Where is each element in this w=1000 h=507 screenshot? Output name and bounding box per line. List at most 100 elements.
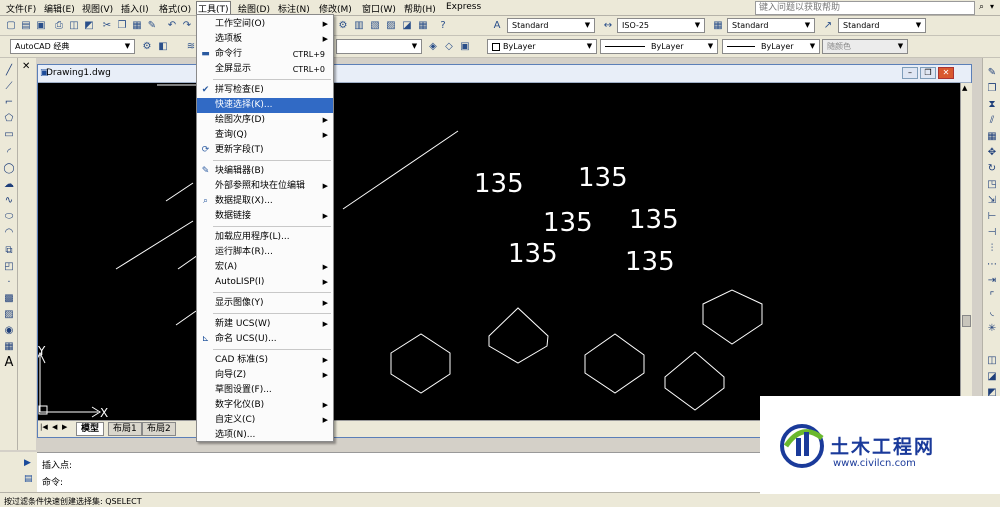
- make-current-layer-icon[interactable]: ◈: [426, 40, 440, 54]
- menu-item-fullscreen[interactable]: 全屏显示 CTRL+0: [197, 62, 333, 77]
- scroll-thumb[interactable]: [962, 315, 971, 327]
- close-panel-icon[interactable]: ✕: [22, 61, 30, 72]
- help-dropdown-icon[interactable]: ▾: [990, 2, 994, 11]
- help-search-input[interactable]: 键入问题以获取帮助: [755, 1, 975, 15]
- point-icon[interactable]: ·: [2, 276, 16, 290]
- table-icon[interactable]: ▦: [2, 340, 16, 354]
- properties-icon[interactable]: ⚙: [336, 19, 350, 33]
- first-tab-icon[interactable]: |◀: [40, 423, 48, 431]
- restore-button[interactable]: ❐: [920, 67, 936, 79]
- array-icon[interactable]: ▦: [985, 130, 999, 144]
- menu-window[interactable]: 窗口(W): [360, 2, 398, 15]
- tool-palettes-icon[interactable]: ▧: [368, 19, 382, 33]
- menu-item-data-extraction[interactable]: ⌕ 数据提取(X)...: [197, 194, 333, 209]
- menu-item-wizards[interactable]: 向导(Z) ▶: [197, 368, 333, 383]
- multileader-style-icon[interactable]: ↗: [821, 19, 835, 33]
- menu-item-palettes[interactable]: 选项板 ▶: [197, 32, 333, 47]
- command-window-icon[interactable]: ▶: [24, 458, 31, 468]
- help-icon[interactable]: ?: [436, 19, 450, 33]
- menu-item-xref-edit[interactable]: 外部参照和块在位编辑 ▶: [197, 179, 333, 194]
- menu-view[interactable]: 视图(V): [80, 2, 115, 15]
- revision-cloud-icon[interactable]: ☁: [2, 178, 16, 192]
- sheet-set-icon[interactable]: ▨: [384, 19, 398, 33]
- break-icon[interactable]: ⋯: [985, 258, 999, 272]
- publish-icon[interactable]: ◩: [82, 19, 96, 33]
- table-style-combo[interactable]: Standard ▼: [727, 18, 815, 33]
- spline-icon[interactable]: ∿: [2, 194, 16, 208]
- dim-style-combo[interactable]: ISO-25 ▼: [617, 18, 705, 33]
- table-style-icon[interactable]: ▦: [711, 19, 725, 33]
- vertical-scrollbar[interactable]: ▲: [960, 83, 972, 420]
- my-workspace-icon[interactable]: ◧: [156, 40, 170, 54]
- circle-icon[interactable]: ◯: [2, 162, 16, 176]
- menu-item-inquiry[interactable]: 查询(Q) ▶: [197, 128, 333, 143]
- multiline-text-icon[interactable]: A: [2, 356, 16, 370]
- undo-icon[interactable]: ↶: [165, 19, 179, 33]
- command-prompt[interactable]: 命令:: [42, 475, 63, 488]
- menu-file[interactable]: 文件(F): [4, 2, 38, 15]
- text-style-combo[interactable]: Standard ▼: [507, 18, 595, 33]
- explode-icon[interactable]: ✳: [985, 322, 999, 336]
- region-icon[interactable]: ◉: [2, 324, 16, 338]
- menu-item-command-line[interactable]: ▬ 命令行 CTRL+9: [197, 47, 333, 62]
- menu-help[interactable]: 帮助(H): [402, 2, 438, 15]
- scale-icon[interactable]: ◳: [985, 178, 999, 192]
- menu-format[interactable]: 格式(O): [157, 2, 193, 15]
- menu-item-update-fields[interactable]: ⟳ 更新字段(T): [197, 143, 333, 158]
- menu-insert[interactable]: 插入(I): [119, 2, 151, 15]
- trim-icon[interactable]: ⊢: [985, 210, 999, 224]
- tab-model[interactable]: 模型: [76, 422, 105, 436]
- make-block-icon[interactable]: ◰: [2, 260, 16, 274]
- move-icon[interactable]: ✥: [985, 146, 999, 160]
- plot-icon[interactable]: ⎙: [52, 19, 66, 33]
- menu-item-workspace[interactable]: 工作空间(O) ▶: [197, 17, 333, 32]
- extend-icon[interactable]: ⊣: [985, 226, 999, 240]
- menu-item-quick-select[interactable]: 快速选择(K)...: [197, 98, 333, 113]
- prev-tab-icon[interactable]: ◀: [52, 423, 57, 431]
- calculator-icon[interactable]: ▦: [416, 19, 430, 33]
- line-icon[interactable]: ╱: [2, 64, 16, 78]
- join-icon[interactable]: ⇥: [985, 274, 999, 288]
- menu-item-load-application[interactable]: 加载应用程序(L)...: [197, 230, 333, 245]
- dim-style-icon[interactable]: ↔: [601, 19, 615, 33]
- layer-previous-icon[interactable]: ◇: [442, 40, 456, 54]
- cut-icon[interactable]: ✂: [100, 19, 114, 33]
- copy-object-icon[interactable]: ❐: [985, 82, 999, 96]
- menu-express[interactable]: Express: [444, 2, 483, 12]
- bring-front-icon[interactable]: ◪: [985, 370, 999, 384]
- rotate-icon[interactable]: ↻: [985, 162, 999, 176]
- rectangle-icon[interactable]: ▭: [2, 128, 16, 142]
- menu-item-named-ucs[interactable]: ⊾ 命名 UCS(U)...: [197, 332, 333, 347]
- tab-layout1[interactable]: 布局1: [108, 422, 142, 436]
- next-tab-icon[interactable]: ▶: [62, 423, 67, 431]
- linetype-combo[interactable]: ByLayer ▼: [600, 39, 718, 54]
- menu-item-drafting-settings[interactable]: 草图设置(F)...: [197, 383, 333, 398]
- ellipse-icon[interactable]: ⬭: [2, 210, 16, 224]
- design-center-icon[interactable]: ▥: [352, 19, 366, 33]
- open-file-icon[interactable]: ▤: [19, 19, 33, 33]
- layer-states-icon[interactable]: ▣: [458, 40, 472, 54]
- menu-item-options[interactable]: 选项(N)...: [197, 428, 333, 443]
- hatch-icon[interactable]: ▩: [2, 292, 16, 306]
- erase-icon[interactable]: ✎: [985, 66, 999, 80]
- construction-line-icon[interactable]: ⟋: [2, 80, 16, 94]
- command-list-icon[interactable]: ▤: [24, 474, 33, 484]
- offset-icon[interactable]: ⫽: [985, 114, 999, 128]
- menu-item-draw-order[interactable]: 绘图次序(D) ▶: [197, 113, 333, 128]
- preview-icon[interactable]: ◫: [67, 19, 81, 33]
- markup-icon[interactable]: ◪: [400, 19, 414, 33]
- menu-item-macro[interactable]: 宏(A) ▶: [197, 260, 333, 275]
- scroll-up-icon[interactable]: ▲: [962, 84, 967, 92]
- menu-item-customize[interactable]: 自定义(C) ▶: [197, 413, 333, 428]
- close-button[interactable]: ✕: [938, 67, 954, 79]
- menu-item-run-script[interactable]: 运行脚本(R)...: [197, 245, 333, 260]
- menu-item-block-editor[interactable]: ✎ 块编辑器(B): [197, 164, 333, 179]
- plot-style-combo[interactable]: 随颜色 ▼: [822, 39, 908, 54]
- workspace-settings-icon[interactable]: ⚙: [140, 40, 154, 54]
- menu-item-display-image[interactable]: 显示图像(Y) ▶: [197, 296, 333, 311]
- save-icon[interactable]: ▣: [34, 19, 48, 33]
- stretch-icon[interactable]: ⇲: [985, 194, 999, 208]
- menu-item-cad-standards[interactable]: CAD 标准(S) ▶: [197, 353, 333, 368]
- new-file-icon[interactable]: ▢: [4, 19, 18, 33]
- multileader-style-combo[interactable]: Standard ▼: [838, 18, 926, 33]
